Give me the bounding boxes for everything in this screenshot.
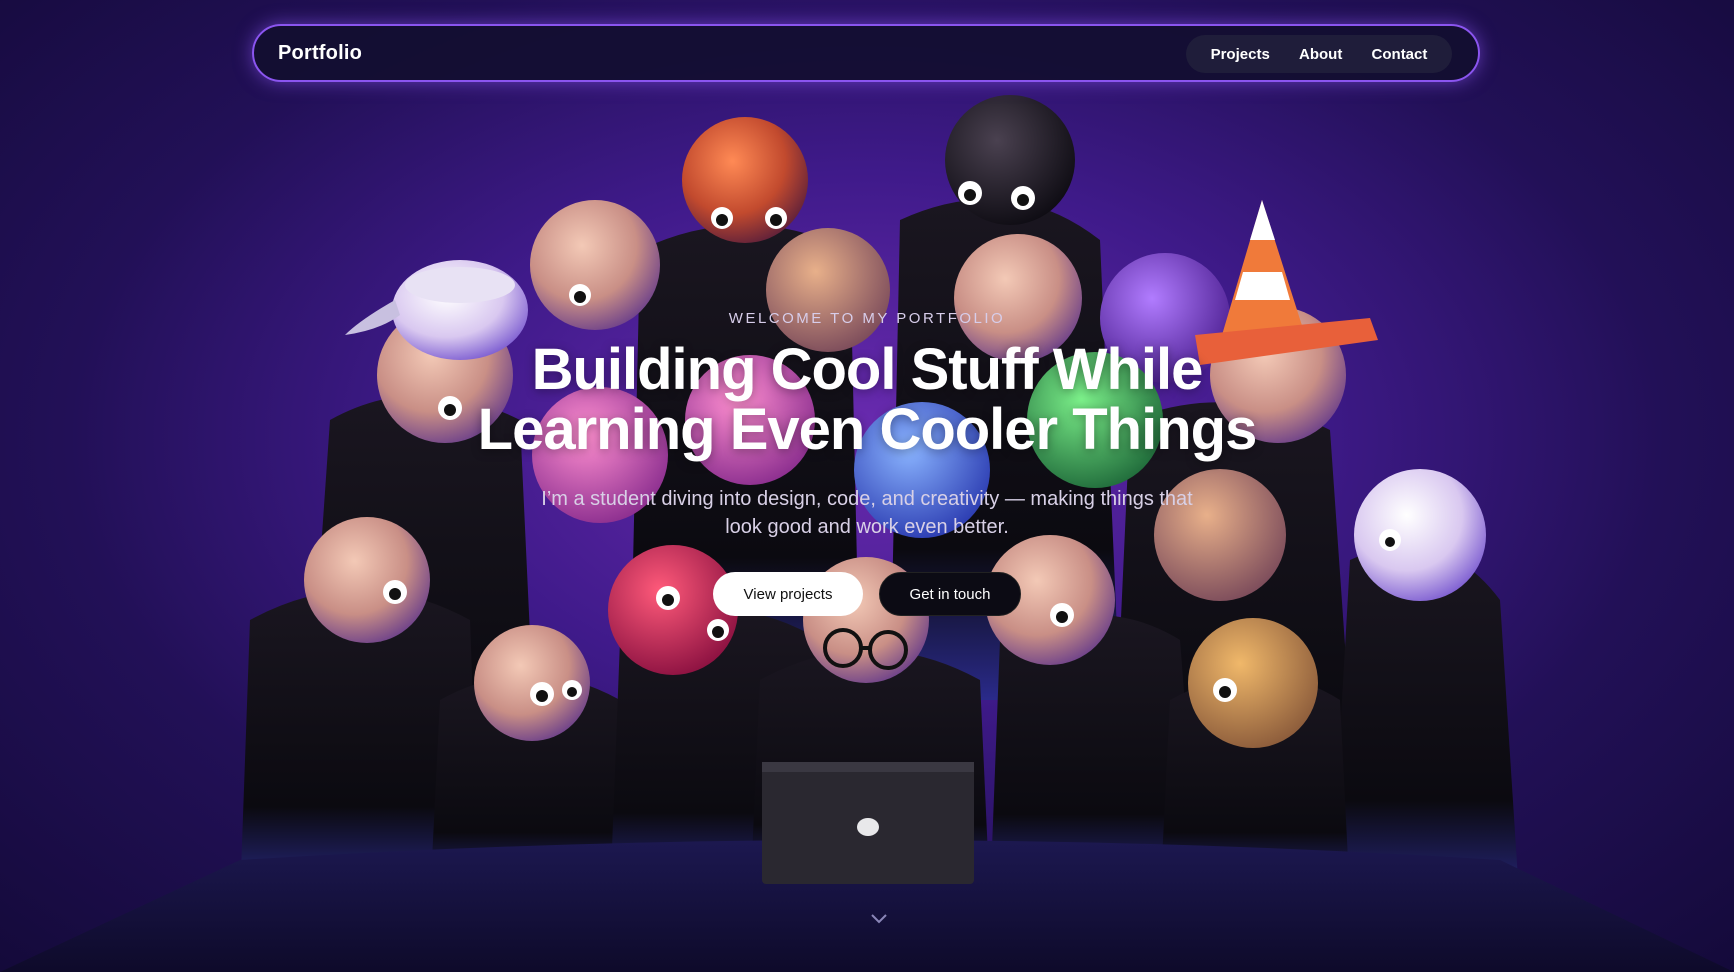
chevron-down-icon[interactable] <box>870 912 888 926</box>
nav-link-projects[interactable]: Projects <box>1211 46 1270 63</box>
nav-link-contact[interactable]: Contact <box>1372 46 1428 63</box>
headline-line-1: Building Cool Stuff While <box>531 337 1204 402</box>
view-projects-button[interactable]: View projects <box>713 572 863 616</box>
top-navbar: Portfolio Projects About Contact <box>252 24 1480 82</box>
hero-subtitle: I’m a student diving into design, code, … <box>541 488 1193 538</box>
hero-section: Portfolio Projects About Contact WELCOME… <box>0 0 1734 972</box>
get-in-touch-button[interactable]: Get in touch <box>879 572 1021 616</box>
headline-line-2: Learning Even Cooler Things <box>477 397 1258 462</box>
brand-logo[interactable]: Portfolio <box>278 42 362 65</box>
nav-links-group: Projects About Contact <box>1186 35 1452 73</box>
hero-eyebrow: WELCOME TO MY PORTFOLIO <box>728 310 1006 327</box>
nav-link-about[interactable]: About <box>1299 46 1342 63</box>
hero-headline: Building Cool Stuff While Learning Even … <box>0 340 1734 460</box>
